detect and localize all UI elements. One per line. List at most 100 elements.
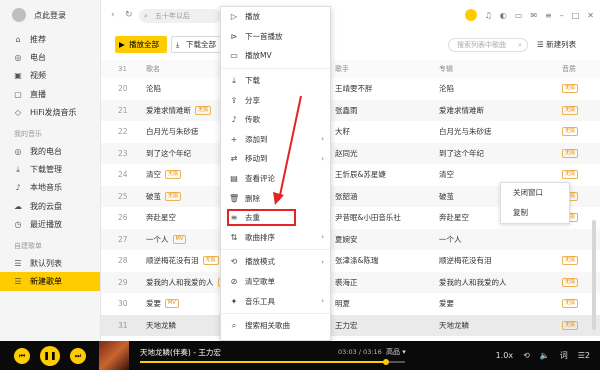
progress-bar[interactable] xyxy=(140,359,405,365)
song-album[interactable]: 天地龙鳞 xyxy=(439,315,539,337)
mv-badge[interactable]: MV xyxy=(165,299,179,309)
table-row[interactable]: 31 天地龙鳞 王力宏 天地龙鳞 无损 xyxy=(101,314,600,337)
menu-item-play[interactable]: ▷ 播放 xyxy=(221,7,330,27)
skin-icon[interactable]: ◐ xyxy=(500,11,507,20)
song-singer[interactable]: 赵同光 xyxy=(335,143,415,165)
top-search-input[interactable]: ⌕ 五十年以后 xyxy=(139,9,221,23)
maximize-icon[interactable]: □ xyxy=(572,11,580,20)
close-icon[interactable]: ✕ xyxy=(587,11,594,20)
message-icon[interactable]: ✉ xyxy=(530,11,537,20)
menu-item-mode[interactable]: ⟲ 播放模式 › xyxy=(221,252,330,272)
table-row[interactable]: 22 白月光与朱砂痣 大籽 白月光与朱砂痣 无损 xyxy=(101,121,600,143)
live-icon: ▢ xyxy=(14,89,22,99)
menu-item-comment[interactable]: ▤ 查看评论 xyxy=(221,169,330,189)
song-album[interactable]: 白月光与朱砂痣 xyxy=(439,121,539,143)
song-singer[interactable]: 夏婉安 xyxy=(335,229,415,251)
next-button[interactable]: ⏭ xyxy=(70,348,86,364)
header-singer[interactable]: 歌手 xyxy=(335,60,415,78)
mv-badge[interactable]: MV xyxy=(172,234,187,244)
song-album[interactable]: 一个人 xyxy=(439,229,539,251)
menu-item-next-play[interactable]: ⊳ 下一首播放 xyxy=(221,27,330,47)
menu-item-move[interactable]: ⇄ 移动到 › xyxy=(221,149,330,169)
menu-item-tools[interactable]: ✦ 音乐工具 › xyxy=(221,291,330,311)
menu-item-transfer[interactable]: ♪ 传歌 xyxy=(221,110,330,130)
sidebar-my-music-item[interactable]: ◷ 最近播放 xyxy=(0,216,100,234)
speed-button[interactable]: 1.0x xyxy=(496,351,513,360)
login-area[interactable]: 点此登录 xyxy=(0,0,100,30)
table-row[interactable]: 21 爱难求情难断 无损 张鑫雨 爱难求情难断 无损 xyxy=(101,99,600,122)
progress-knob[interactable] xyxy=(383,359,390,365)
menu-item-download[interactable]: ⤓ 下载 xyxy=(221,71,330,91)
scrollbar[interactable] xyxy=(591,60,597,336)
song-album[interactable]: 到了这个年纪 xyxy=(439,143,539,165)
sidebar-my-music-item[interactable]: ⤓ 下载管理 xyxy=(0,160,100,178)
sidebar-my-music-item[interactable]: ☁ 我的云盘 xyxy=(0,197,100,215)
volume-icon[interactable]: 🔈 xyxy=(540,351,550,360)
table-row[interactable]: 28 顺逆梅花没有泪 无损 张津涤&陈瑞 顺逆梅花没有泪 无损 xyxy=(101,250,600,272)
headphones-icon[interactable]: ♫ xyxy=(485,11,492,20)
repeat-icon[interactable]: ⟲ xyxy=(523,351,530,360)
sidebar-my-music-item[interactable]: ♪ 本地音乐 xyxy=(0,179,100,197)
sidebar-nav-item[interactable]: ◇ HiFi发烧音乐 xyxy=(0,104,100,122)
lyrics-icon[interactable]: 词 xyxy=(560,350,568,361)
menu-item-trash[interactable]: 🗑 删除 xyxy=(221,188,330,208)
table-row[interactable]: 30 爱要 MV 明夏 爱要 无损 xyxy=(101,293,600,315)
menu-item-share[interactable]: ⇪ 分享 xyxy=(221,90,330,110)
menu-item-dedupe[interactable]: ≡ 去重 xyxy=(221,208,330,228)
sidebar-nav-item[interactable]: ▢ 直播 xyxy=(0,85,100,103)
new-list-button[interactable]: ☰ 新建列表 xyxy=(537,39,576,50)
menu-item-search[interactable]: ⌕ 搜索相关歌曲 xyxy=(221,316,330,336)
avatar[interactable] xyxy=(12,8,26,22)
sidebar-playlist-item[interactable]: ☰ 新建歌单 xyxy=(0,272,100,291)
table-row[interactable]: 20 沦陷 王靖雯不胖 沦陷 无损 xyxy=(101,78,600,100)
menu-item-mv[interactable]: ▭ 播放MV xyxy=(221,46,330,66)
playlist-icon[interactable]: ☰2 xyxy=(578,351,590,360)
song-album[interactable]: 沦陷 xyxy=(439,78,539,100)
quality-badge: 无损 xyxy=(562,127,579,137)
quality-selector[interactable]: 高品 ▾ xyxy=(386,347,406,357)
song-album[interactable]: 爱难求情难断 xyxy=(439,100,539,122)
play-all-button[interactable]: ▶ 播放全部 xyxy=(115,36,167,53)
sidebar-playlist-item[interactable]: ☰ 默认列表 xyxy=(0,254,100,272)
song-singer[interactable]: 张鑫雨 xyxy=(335,100,415,122)
settings-icon[interactable]: ≡ xyxy=(545,11,552,20)
song-singer[interactable]: 王力宏 xyxy=(335,315,415,337)
copy-item[interactable]: 复制 xyxy=(501,203,569,223)
list-search-input[interactable]: 搜索列表中歌曲 ⌕ xyxy=(448,38,528,52)
refresh-icon[interactable]: ↻ xyxy=(125,10,133,20)
song-singer[interactable]: 尹昔眠&小田音乐社 xyxy=(335,207,415,229)
folder-icon[interactable]: ▭ xyxy=(515,11,523,20)
song-singer[interactable]: 张韶涵 xyxy=(335,186,415,208)
table-row[interactable]: 23 到了这个年纪 赵同光 到了这个年纪 无损 xyxy=(101,142,600,165)
song-singer[interactable]: 张津涤&陈瑞 xyxy=(335,250,415,272)
sidebar-nav-item[interactable]: ◎ 电台 xyxy=(0,48,100,66)
close-window-item[interactable]: 关闭窗口 xyxy=(501,183,569,203)
menu-item-label: 清空歌单 xyxy=(245,277,275,287)
sidebar-nav-item[interactable]: ⌂ 推荐 xyxy=(0,30,100,48)
song-singer[interactable]: 大籽 xyxy=(335,121,415,143)
header-album[interactable]: 专辑 xyxy=(439,60,539,78)
song-singer[interactable]: 王靖雯不胖 xyxy=(335,78,415,100)
pause-button[interactable]: ❚❚ xyxy=(40,346,60,366)
login-label[interactable]: 点此登录 xyxy=(34,10,66,21)
vip-icon[interactable] xyxy=(464,9,477,21)
song-singer[interactable]: 明夏 xyxy=(335,293,415,315)
song-album[interactable]: 顺逆梅花没有泪 xyxy=(439,250,539,272)
song-album[interactable]: 爱我的人和我爱的人 xyxy=(439,272,539,294)
previous-button[interactable]: ⏮ xyxy=(14,348,30,364)
song-singer[interactable]: 裘海正 xyxy=(335,272,415,294)
minimize-icon[interactable]: – xyxy=(560,11,564,20)
download-all-button[interactable]: ⤓ 下载全部 xyxy=(171,36,221,53)
menu-item-clear[interactable]: ⊘ 清空歌单 xyxy=(221,272,330,292)
menu-item-add[interactable]: + 添加到 › xyxy=(221,130,330,150)
sidebar-my-music-item[interactable]: ◎ 我的电台 xyxy=(0,142,100,160)
menu-item-sort[interactable]: ⇅ 歌曲排序 › xyxy=(221,228,330,248)
back-icon[interactable]: ‹ xyxy=(111,10,115,20)
table-row[interactable]: 27 一个人 MV 夏婉安 一个人 xyxy=(101,228,600,251)
song-album[interactable]: 爱要 xyxy=(439,293,539,315)
song-singer[interactable]: 王忻辰&苏星婕 xyxy=(335,164,415,186)
sidebar-nav-item[interactable]: ▣ 视频 xyxy=(0,67,100,85)
scrollbar-thumb[interactable] xyxy=(592,220,596,330)
table-row[interactable]: 29爱我的人和我爱的人MV裘海正爱我的人和我爱的人无损 xyxy=(101,271,600,294)
album-cover[interactable] xyxy=(99,341,129,370)
